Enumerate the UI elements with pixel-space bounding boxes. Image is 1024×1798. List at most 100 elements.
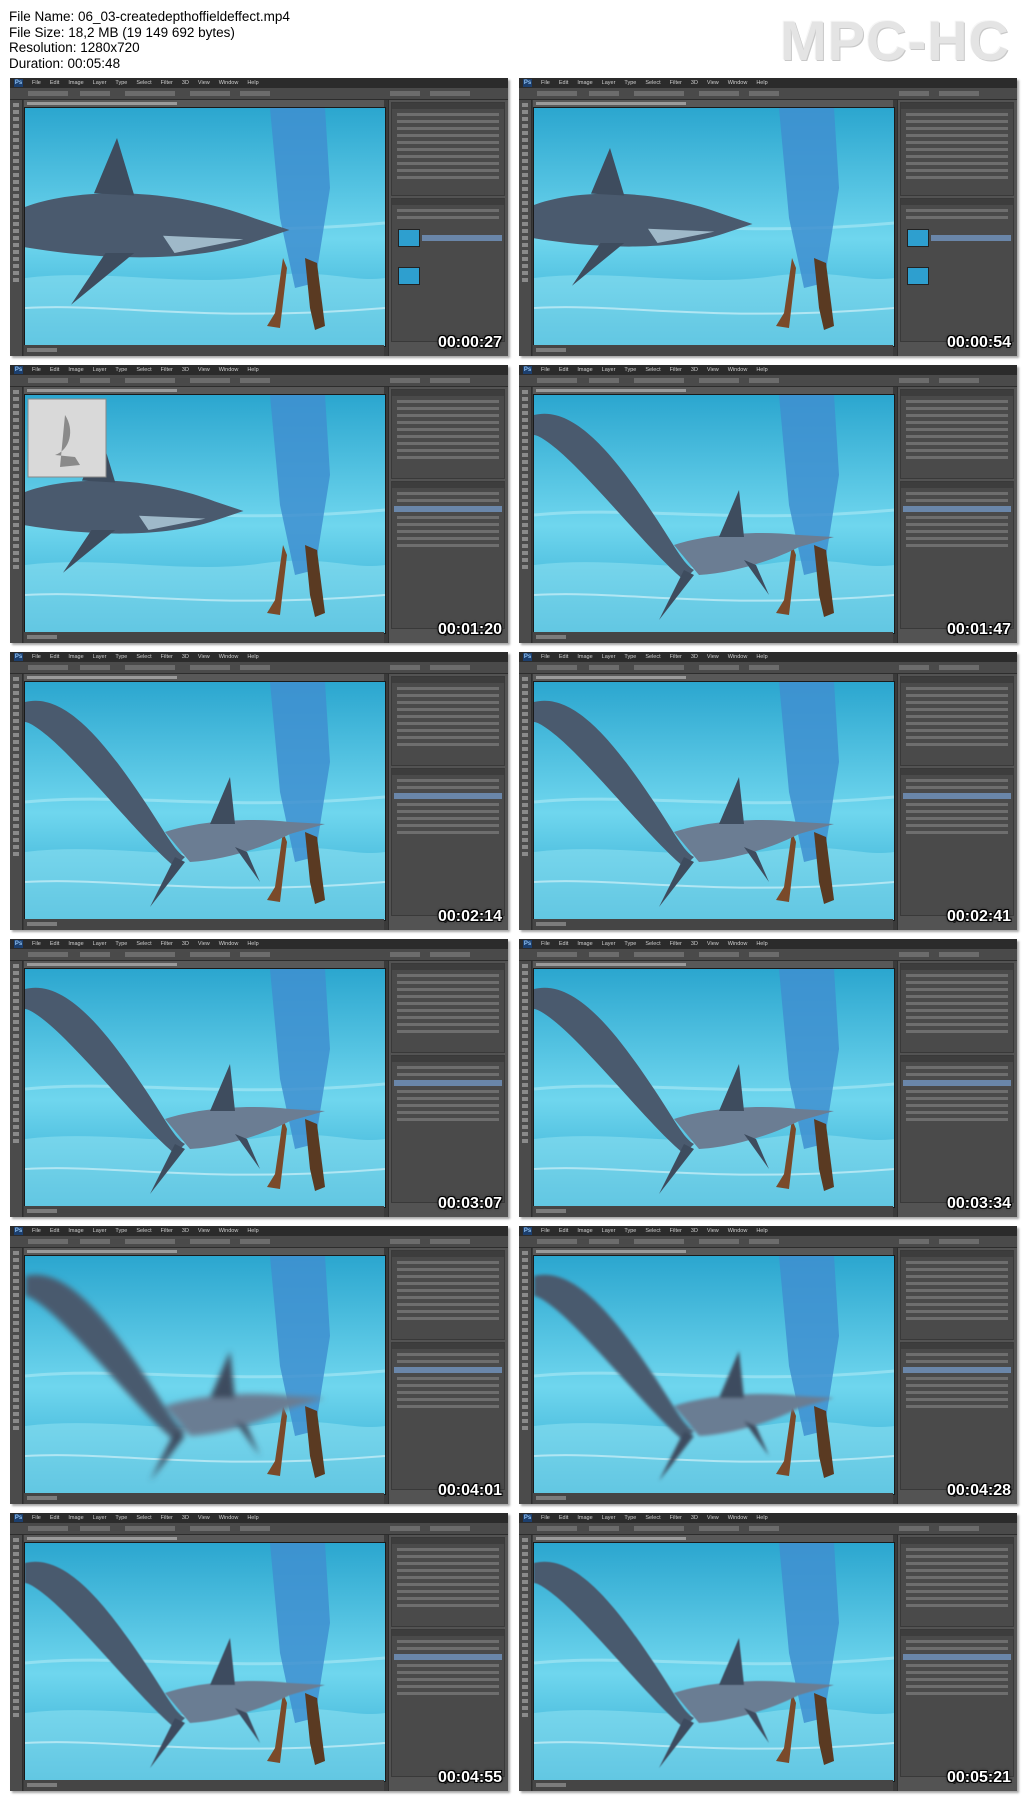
menu-item[interactable]: Image [68, 941, 83, 947]
tool-icon[interactable] [13, 1293, 19, 1297]
tool-icon[interactable] [522, 1412, 528, 1416]
tool-icon[interactable] [13, 775, 19, 779]
tool-icon[interactable] [522, 796, 528, 800]
tool-icon[interactable] [522, 1685, 528, 1689]
tool-icon[interactable] [522, 509, 528, 513]
tool-icon[interactable] [522, 152, 528, 156]
tool-icon[interactable] [522, 1314, 528, 1318]
tool-icon[interactable] [13, 1629, 19, 1633]
menu-item[interactable]: 3D [691, 1228, 698, 1234]
option-control[interactable] [537, 665, 577, 670]
menu-item[interactable]: Layer [602, 941, 616, 947]
menu-item[interactable]: Window [728, 654, 748, 660]
tool-icon[interactable] [13, 1580, 19, 1584]
menu-item[interactable]: Layer [93, 80, 107, 86]
option-control[interactable] [125, 952, 175, 957]
tool-icon[interactable] [13, 964, 19, 968]
option-control[interactable] [190, 1526, 230, 1531]
option-control[interactable] [589, 665, 619, 670]
document-canvas[interactable] [24, 1255, 386, 1495]
menu-item[interactable]: Select [645, 941, 660, 947]
tool-icon[interactable] [13, 257, 19, 261]
menu-item[interactable]: File [32, 367, 41, 373]
tool-icon[interactable] [522, 159, 528, 163]
option-control[interactable] [634, 952, 684, 957]
tool-icon[interactable] [522, 810, 528, 814]
tool-icon[interactable] [522, 1006, 528, 1010]
menu-item[interactable]: View [198, 80, 210, 86]
option-control[interactable] [125, 91, 175, 96]
menu-item[interactable]: Image [577, 367, 592, 373]
menu-item[interactable]: Help [756, 80, 767, 86]
tool-icon[interactable] [522, 432, 528, 436]
menu-item[interactable]: Help [756, 941, 767, 947]
menu-item[interactable]: Filter [161, 1515, 173, 1521]
tool-icon[interactable] [13, 733, 19, 737]
canvas-area[interactable] [24, 681, 386, 921]
tool-icon[interactable] [522, 180, 528, 184]
video-thumbnail[interactable]: Ps File Edit Image Layer Type Select Filter 3D Vi… [519, 939, 1017, 1217]
menu-item[interactable]: Select [136, 367, 151, 373]
tool-icon[interactable] [13, 215, 19, 219]
tool-icon[interactable] [522, 964, 528, 968]
option-control[interactable] [125, 378, 175, 383]
menu-item[interactable]: Select [645, 1515, 660, 1521]
option-control[interactable] [430, 91, 470, 96]
menu-item[interactable]: Window [728, 941, 748, 947]
menu-item[interactable]: Select [645, 654, 660, 660]
option-control[interactable] [240, 1239, 270, 1244]
menu-item[interactable]: Select [645, 367, 660, 373]
video-thumbnail[interactable]: Ps File Edit Image Layer Type Select Filter 3D Vi… [10, 1226, 508, 1504]
menu-item[interactable]: Help [247, 1515, 258, 1521]
document-canvas[interactable] [24, 968, 386, 1208]
option-control[interactable] [240, 1526, 270, 1531]
menu-item[interactable]: File [541, 1515, 550, 1521]
video-thumbnail[interactable]: Ps File Edit Image Layer Type Select Filter 3D Vi… [519, 365, 1017, 643]
tool-icon[interactable] [13, 1076, 19, 1080]
menu-item[interactable]: Select [136, 1228, 151, 1234]
tool-icon[interactable] [13, 1699, 19, 1703]
option-control[interactable] [589, 1526, 619, 1531]
tool-icon[interactable] [522, 439, 528, 443]
tool-icon[interactable] [522, 1363, 528, 1367]
option-control[interactable] [589, 1239, 619, 1244]
option-control[interactable] [430, 952, 470, 957]
tool-icon[interactable] [522, 397, 528, 401]
tool-icon[interactable] [522, 551, 528, 555]
option-control[interactable] [390, 952, 420, 957]
tool-icon[interactable] [13, 439, 19, 443]
tool-icon[interactable] [13, 1426, 19, 1430]
tool-icon[interactable] [13, 460, 19, 464]
tool-icon[interactable] [522, 1251, 528, 1255]
menu-item[interactable]: Filter [161, 654, 173, 660]
tool-icon[interactable] [13, 558, 19, 562]
tool-icon[interactable] [522, 1083, 528, 1087]
option-control[interactable] [634, 91, 684, 96]
tool-icon[interactable] [13, 1006, 19, 1010]
tool-icon[interactable] [13, 796, 19, 800]
tool-icon[interactable] [13, 1706, 19, 1710]
tool-icon[interactable] [522, 222, 528, 226]
menu-item[interactable]: Select [136, 1515, 151, 1521]
option-control[interactable] [537, 378, 577, 383]
tool-icon[interactable] [522, 1405, 528, 1409]
menu-item[interactable]: Select [645, 1228, 660, 1234]
tool-icon[interactable] [13, 1356, 19, 1360]
menu-item[interactable]: Type [115, 941, 127, 947]
menu-item[interactable]: 3D [182, 1515, 189, 1521]
tool-icon[interactable] [13, 1636, 19, 1640]
tool-icon[interactable] [522, 1041, 528, 1045]
tool-icon[interactable] [13, 1258, 19, 1262]
tool-icon[interactable] [13, 1370, 19, 1374]
tool-icon[interactable] [13, 544, 19, 548]
option-control[interactable] [240, 378, 270, 383]
tool-icon[interactable] [522, 1328, 528, 1332]
tool-icon[interactable] [13, 1034, 19, 1038]
tool-icon[interactable] [13, 1265, 19, 1269]
tool-icon[interactable] [522, 1090, 528, 1094]
menu-item[interactable]: Image [577, 1228, 592, 1234]
tool-icon[interactable] [522, 1132, 528, 1136]
tool-icon[interactable] [13, 1713, 19, 1717]
option-control[interactable] [634, 1239, 684, 1244]
tool-icon[interactable] [13, 1118, 19, 1122]
